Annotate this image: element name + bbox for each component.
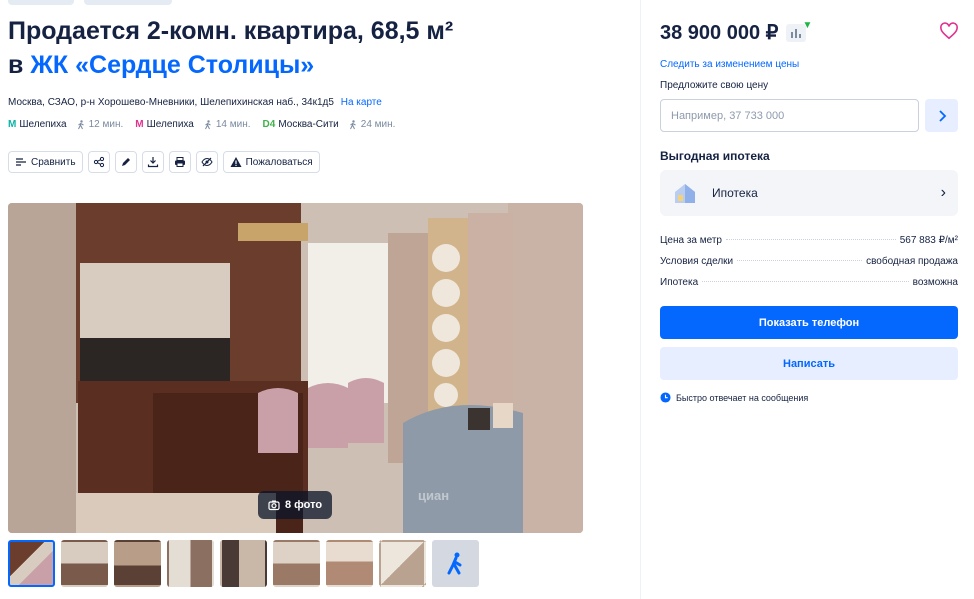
print-button[interactable] <box>168 151 191 173</box>
thumbnail[interactable] <box>379 540 426 587</box>
mortgage-card[interactable]: Ипотека › <box>660 170 958 216</box>
main-photo[interactable]: 8 фото циан <box>8 203 583 533</box>
facts-list: Цена за метр 567 883 ₽/м² Условия сделки с… <box>660 235 958 298</box>
metro-item[interactable]: D4 Москва-Сити 24 мин. <box>263 119 396 130</box>
fast-reply-text: Быстро отвечает на сообщения <box>676 392 809 403</box>
write-message-button[interactable]: Написать <box>660 347 958 380</box>
metro-item[interactable]: M Шелепиха 14 мин. <box>135 119 250 130</box>
thumbnail-strip <box>8 540 479 587</box>
fact-value: возможна <box>912 277 958 288</box>
price-history-icon[interactable]: ▼ <box>786 20 812 42</box>
walk-icon <box>204 119 211 129</box>
report-label: Пожаловаться <box>245 156 313 168</box>
share-icon <box>93 156 104 168</box>
thumbnail[interactable] <box>114 540 161 587</box>
chevron-right-icon: › <box>940 184 946 201</box>
hide-button[interactable] <box>195 151 218 173</box>
metro-walk-time: 24 мин. <box>360 119 396 130</box>
chevron-right-icon <box>938 109 946 122</box>
fact-label: Условия сделки <box>660 256 734 267</box>
thumbnail[interactable] <box>326 540 373 587</box>
walk-icon <box>349 119 356 129</box>
price-block: 38 900 000 ₽ ▼ <box>660 20 812 45</box>
metro-line-icon: M <box>135 119 144 130</box>
metro-line-icon: D4 <box>262 119 276 130</box>
report-button[interactable]: Пожаловаться <box>222 151 320 173</box>
offer-price-input[interactable] <box>660 99 919 132</box>
fast-reply-note: Быстро отвечает на сообщения <box>660 392 808 403</box>
pencil-icon <box>121 158 130 166</box>
price-down-arrow-icon: ▼ <box>802 19 813 31</box>
watermark: циан <box>418 488 450 503</box>
thumbnail[interactable] <box>220 540 267 587</box>
fact-row: Цена за метр 567 883 ₽/м² <box>660 235 958 256</box>
photo-count-label: 8 фото <box>285 499 323 511</box>
walking-person-icon <box>447 552 461 574</box>
share-button[interactable] <box>87 151 110 173</box>
show-phone-button[interactable]: Показать телефон <box>660 306 958 339</box>
complex-link[interactable]: ЖК «Сердце Столицы» <box>30 51 314 79</box>
photo-count-button[interactable]: 8 фото <box>258 491 333 519</box>
address-text: Москва, СЗАО, р-н Хорошево-Мневники, Шел… <box>8 97 334 108</box>
thumbnail[interactable] <box>273 540 320 587</box>
favorite-heart-icon[interactable] <box>940 22 958 40</box>
print-icon <box>174 157 185 167</box>
thumbnail[interactable] <box>167 540 214 587</box>
compare-button[interactable]: Сравнить <box>8 151 83 173</box>
metro-line-icon: M <box>8 119 17 130</box>
fact-row: Ипотека возможна <box>660 277 958 298</box>
clock-icon <box>660 392 671 403</box>
offer-label: Предложите свою цену <box>660 80 769 91</box>
track-price-link[interactable]: Следить за изменением цены <box>660 59 799 70</box>
listing-page: Продается 2-комн. квартира, 68,5 м² в ЖК… <box>0 0 974 599</box>
thumbnail[interactable] <box>61 540 108 587</box>
offer-submit-button[interactable] <box>925 99 958 132</box>
thumbnail[interactable] <box>8 540 55 587</box>
house-icon <box>675 184 695 203</box>
top-tabs-strip <box>8 0 172 5</box>
panorama-button[interactable] <box>432 540 479 587</box>
map-link[interactable]: На карте <box>341 97 382 108</box>
metro-walk-time: 14 мин. <box>215 119 251 130</box>
mortgage-card-label: Ипотека <box>712 186 758 200</box>
fact-row: Условия сделки свободная продажа <box>660 256 958 277</box>
download-icon <box>147 157 158 168</box>
note-button[interactable] <box>114 151 137 173</box>
address-line: Москва, СЗАО, р-н Хорошево-Мневники, Шел… <box>8 97 382 108</box>
fact-value: свободная продажа <box>866 256 958 267</box>
metro-list: M Шелепиха 12 мин. M Шелепиха 14 мин. D4… <box>8 119 395 130</box>
price-value: 38 900 000 ₽ <box>660 22 779 44</box>
eye-off-icon <box>200 157 213 167</box>
download-button[interactable] <box>141 151 164 173</box>
fact-label: Цена за метр <box>660 235 722 246</box>
fact-label: Ипотека <box>660 277 699 288</box>
warning-icon <box>230 157 242 167</box>
metro-walk-time: 12 мин. <box>88 119 124 130</box>
metro-item[interactable]: M Шелепиха 12 мин. <box>8 119 123 130</box>
compare-icon <box>16 158 26 166</box>
camera-icon <box>268 500 280 511</box>
mortgage-title: Выгодная ипотека <box>660 149 770 163</box>
title-prefix: в <box>8 51 24 79</box>
metro-name: Шелепиха <box>19 119 67 130</box>
title-line1: Продается 2-комн. квартира, 68,5 м² <box>8 17 454 45</box>
compare-label: Сравнить <box>31 156 76 168</box>
page-title: Продается 2-комн. квартира, 68,5 м² в ЖК… <box>8 14 453 82</box>
walk-icon <box>77 119 84 129</box>
fact-value: 567 883 ₽/м² <box>899 235 958 246</box>
listing-toolbar: Сравнить Пожаловаться <box>8 151 320 173</box>
column-divider <box>640 0 641 599</box>
kitchen-photo-image <box>8 203 583 533</box>
metro-name: Шелепиха <box>146 119 194 130</box>
metro-name: Москва-Сити <box>278 119 339 130</box>
